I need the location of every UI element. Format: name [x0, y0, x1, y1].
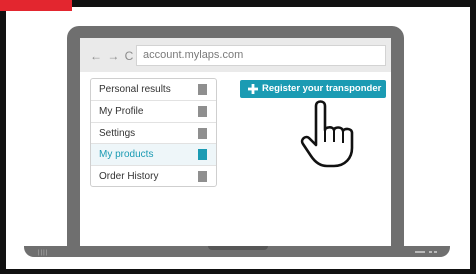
- menu-item-label: Order History: [99, 171, 159, 183]
- menu-item-settings[interactable]: Settings: [91, 123, 216, 145]
- laptop-indicator-lights: [415, 251, 437, 253]
- menu-item-order-history[interactable]: Order History: [91, 166, 216, 186]
- menu-item-label: My Profile: [99, 105, 144, 117]
- menu-square-icon: [198, 149, 207, 161]
- menu-item-label: Personal results: [99, 84, 171, 95]
- menu-item-my-profile[interactable]: My Profile: [91, 101, 216, 123]
- menu-square-icon: [198, 84, 207, 95]
- menu-item-label: Settings: [99, 127, 136, 139]
- laptop-notch: [208, 246, 268, 250]
- account-menu: Personal results My Profile Settings My …: [90, 78, 217, 187]
- address-bar[interactable]: account.mylaps.com: [136, 45, 386, 66]
- laptop-vent-left: ||||: [38, 250, 49, 256]
- brand-tab: [0, 0, 72, 11]
- hand-pointer-icon: [300, 100, 354, 168]
- plus-icon: [248, 84, 258, 94]
- menu-square-icon: [198, 127, 207, 139]
- menu-square-icon: [198, 171, 207, 183]
- menu-item-my-products[interactable]: My products: [91, 144, 216, 167]
- menu-item-label: My products: [99, 149, 154, 161]
- register-button-label: Register your transponder: [262, 83, 382, 94]
- browser-nav-icons[interactable]: ← → C: [90, 49, 134, 63]
- menu-item-personal-results[interactable]: Personal results: [91, 79, 216, 101]
- menu-square-icon: [198, 105, 207, 117]
